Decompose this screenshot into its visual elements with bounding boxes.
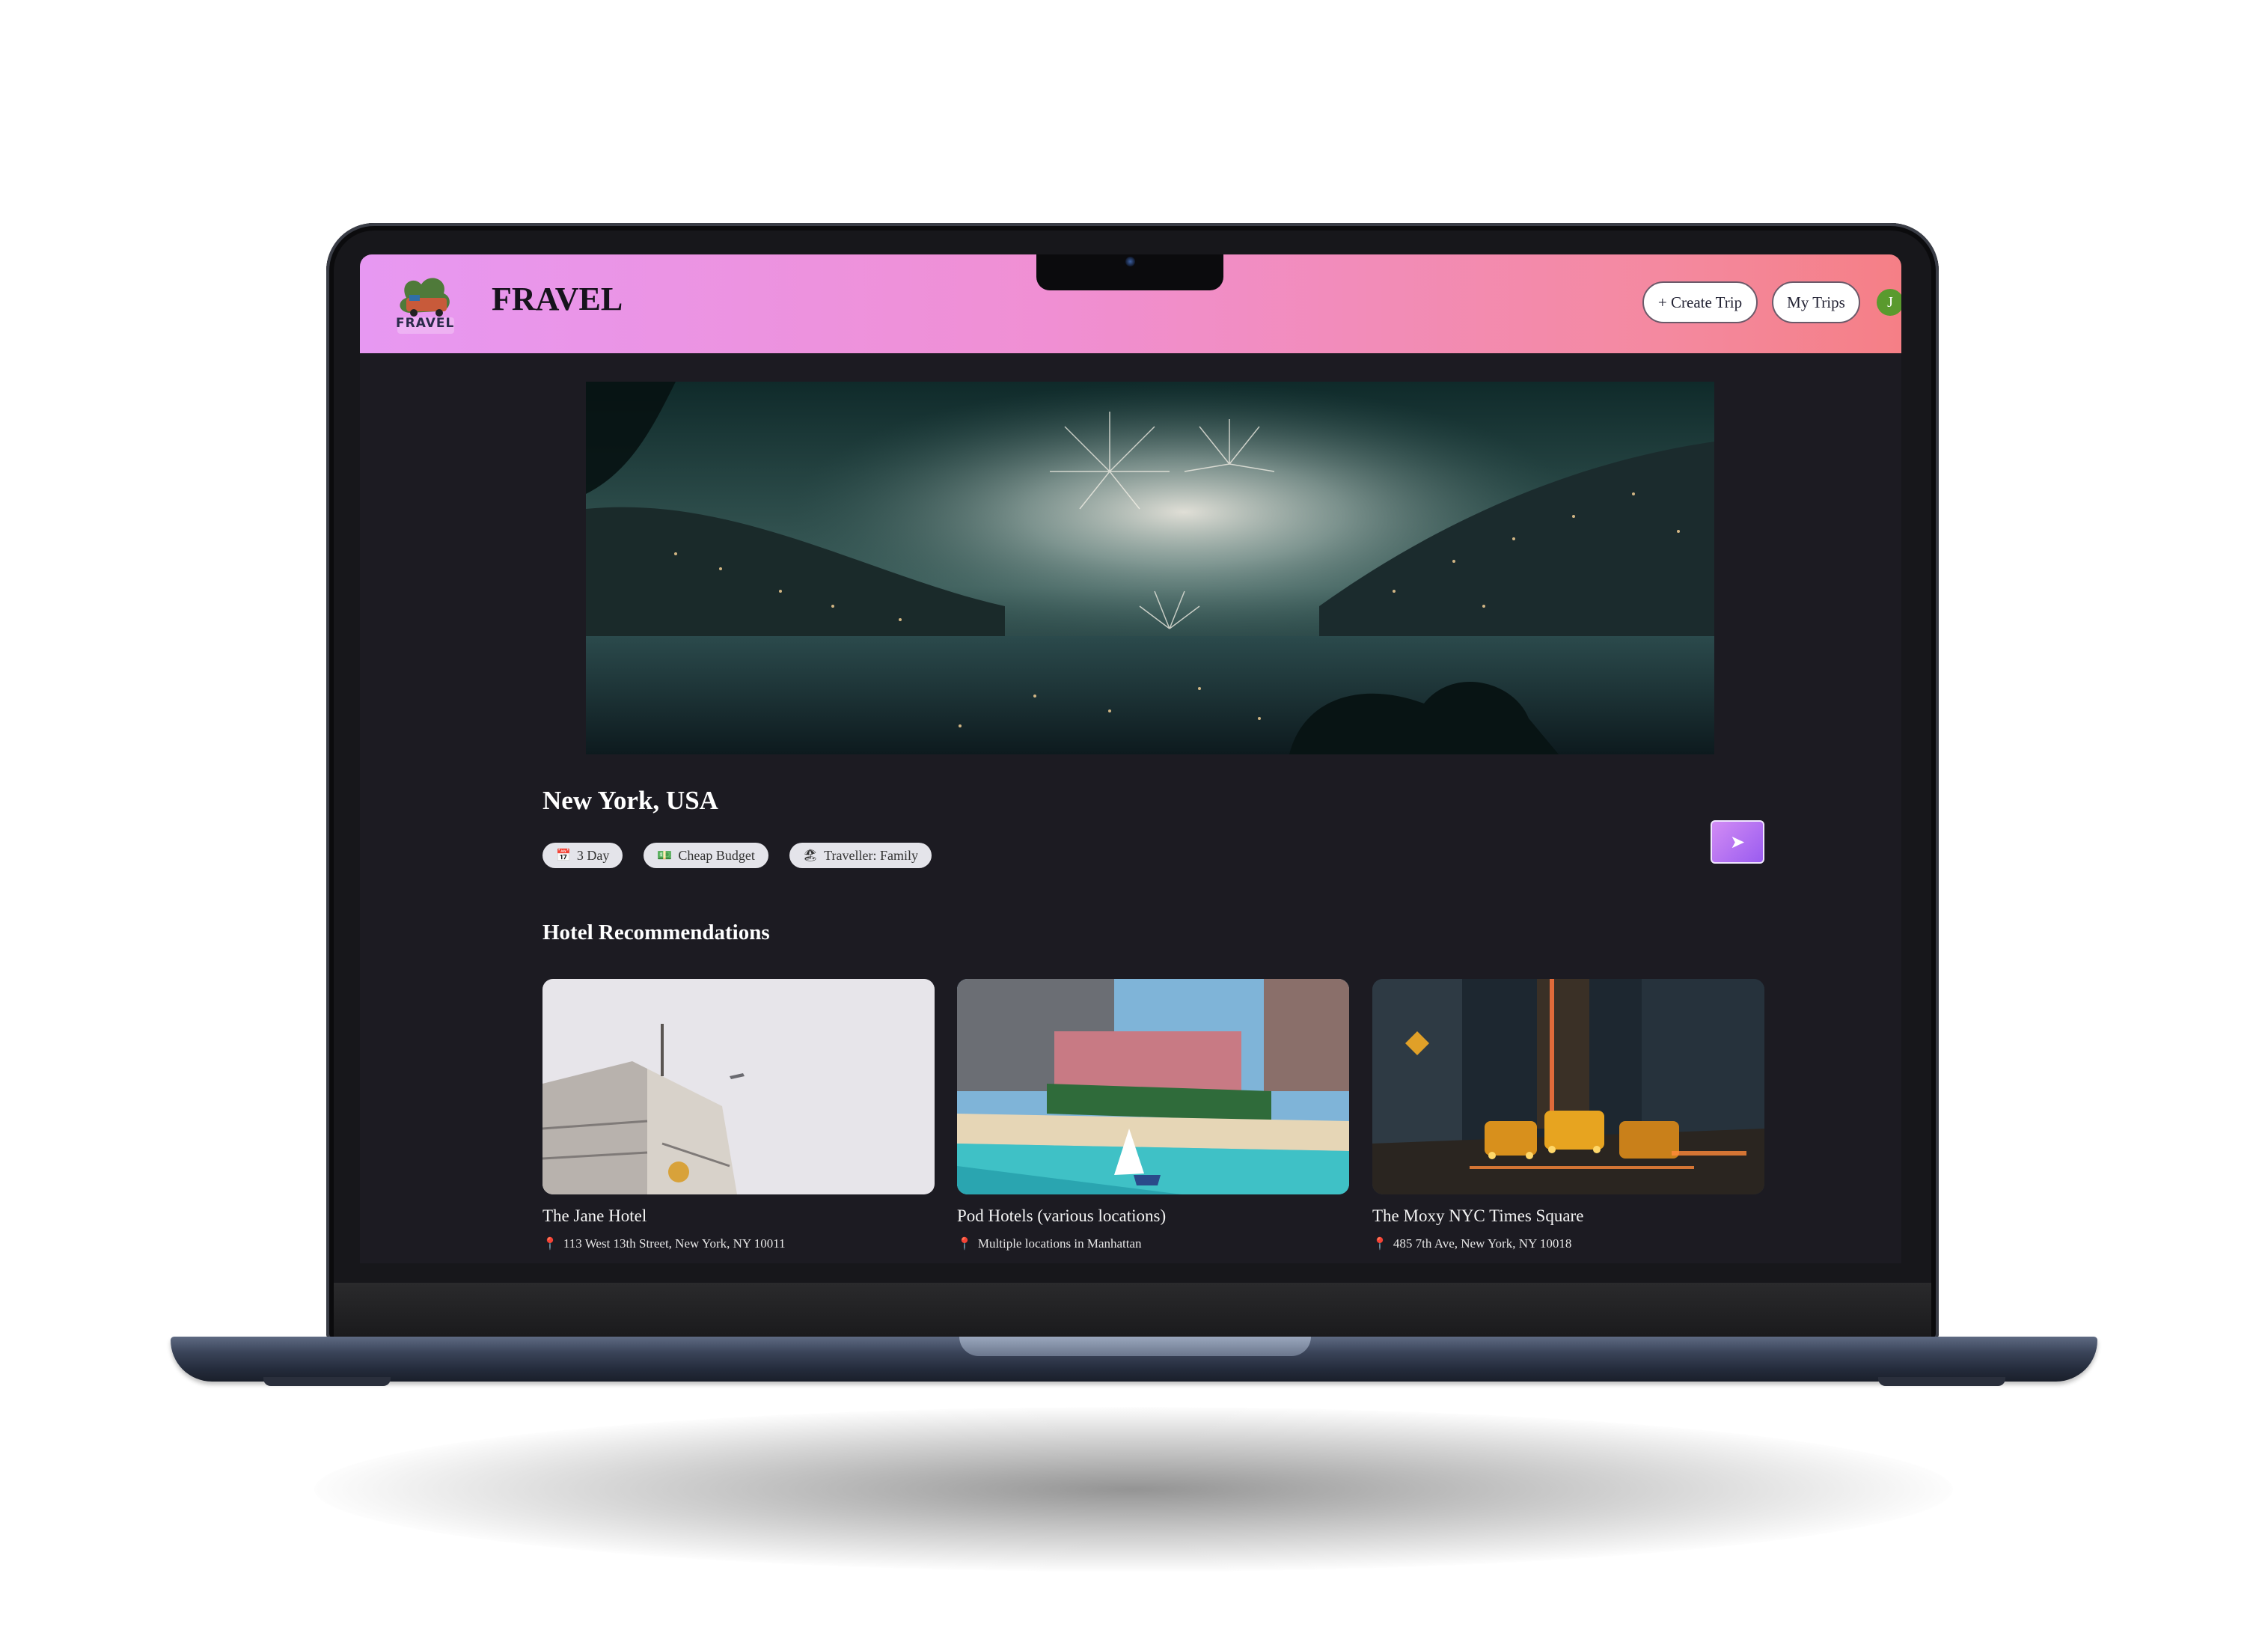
chip-label: Traveller: Family [824, 847, 918, 863]
chip-label: Cheap Budget [678, 847, 755, 863]
send-icon: ➤ [1729, 832, 1746, 852]
laptop-screen: FRAVEL FRAVEL + Create Trip My Trips J N… [360, 254, 1901, 1263]
location-pin-icon: 📍 [957, 1238, 972, 1251]
duration-chip: 📅 3 Day [542, 843, 623, 868]
hotel-card[interactable]: The Moxy NYC Times Square 📍 485 7th Ave,… [1372, 979, 1764, 1251]
laptop-foot-left [263, 1377, 391, 1386]
chip-label: 3 Day [576, 847, 610, 863]
hotel-image [1372, 979, 1764, 1194]
share-button[interactable]: ➤ [1711, 820, 1764, 864]
hotel-image [542, 979, 935, 1194]
hotel-address-text: 485 7th Ave, New York, NY 10018 [1393, 1236, 1572, 1251]
hotel-section-title: Hotel Recommendations [542, 921, 770, 944]
laptop-bezel-chin [334, 1283, 1931, 1338]
money-icon: 💵 [657, 849, 673, 862]
trip-location-title: New York, USA [542, 786, 718, 815]
destination-hero-image [586, 382, 1714, 754]
hotel-name: The Jane Hotel [542, 1206, 647, 1225]
location-pin-icon: 📍 [542, 1238, 557, 1251]
my-trips-button[interactable]: My Trips [1772, 281, 1860, 323]
hotel-address: 📍 485 7th Ave, New York, NY 10018 [1372, 1236, 1764, 1251]
budget-chip: 💵 Cheap Budget [644, 843, 768, 868]
family-icon: 🏖 [802, 849, 819, 862]
traveller-chip: 🏖 Traveller: Family [789, 843, 932, 868]
hotel-card[interactable]: The Jane Hotel 📍 113 West 13th Street, N… [542, 979, 935, 1251]
location-pin-icon: 📍 [1372, 1238, 1387, 1251]
hotel-address: 📍 113 West 13th Street, New York, NY 100… [542, 1236, 935, 1251]
brand-logo[interactable]: FRAVEL [391, 268, 460, 340]
hotel-address-text: Multiple locations in Manhattan [977, 1236, 1142, 1251]
hotel-name: The Moxy NYC Times Square [1372, 1206, 1584, 1225]
hotel-address: 📍 Multiple locations in Manhattan [957, 1236, 1349, 1251]
create-trip-button[interactable]: + Create Trip [1642, 281, 1758, 323]
hotel-card[interactable]: Pod Hotels (various locations) 📍 Multipl… [957, 979, 1349, 1251]
brand-name[interactable]: FRAVEL [492, 280, 623, 318]
hotel-image [957, 979, 1349, 1194]
camera-icon [1125, 257, 1135, 266]
hotel-address-text: 113 West 13th Street, New York, NY 10011 [563, 1236, 786, 1251]
laptop-hinge-notch [959, 1337, 1311, 1356]
hotel-name: Pod Hotels (various locations) [957, 1206, 1167, 1225]
trip-info-chips: 📅 3 Day 💵 Cheap Budget 🏖 Traveller: Fami… [542, 843, 932, 868]
user-avatar[interactable]: J [1877, 289, 1901, 316]
calendar-icon: 📅 [556, 849, 571, 862]
laptop-foot-right [1878, 1377, 2005, 1386]
device-shadow [314, 1407, 1953, 1572]
logo-text: FRAVEL [396, 316, 455, 331]
